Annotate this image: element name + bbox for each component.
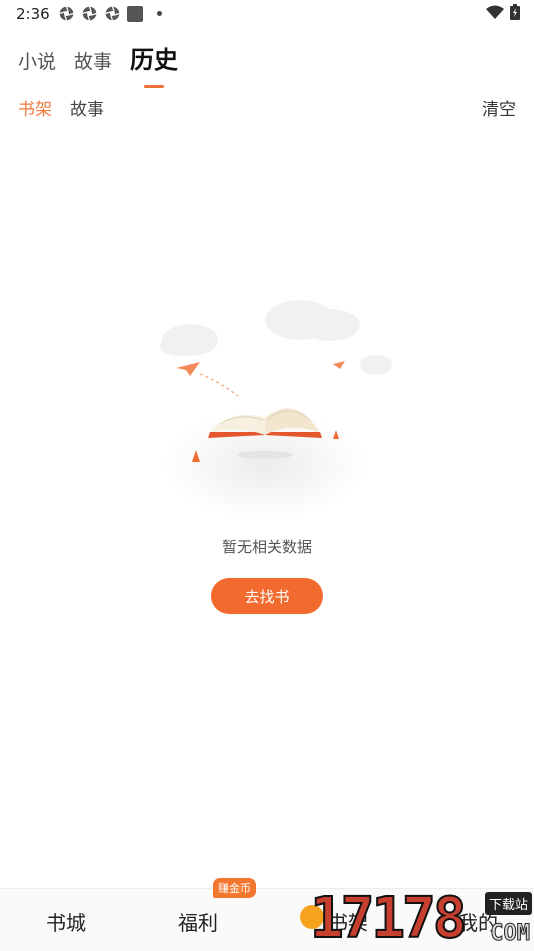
find-books-button[interactable]: 去找书 — [211, 578, 323, 614]
clear-button[interactable]: 清空 — [482, 95, 516, 120]
aperture-icon — [105, 6, 120, 21]
paper-plane-icon — [333, 361, 345, 369]
watermark-logo: 17178 下载站 COM — [309, 886, 534, 951]
subtab-story[interactable]: 故事 — [70, 95, 104, 120]
empty-state-illustration — [160, 300, 392, 520]
top-tabs: 小说 故事 历史 — [18, 40, 196, 88]
earn-coins-badge: 赚金币 — [213, 878, 256, 898]
status-time: 2:36 — [16, 5, 50, 23]
sub-tabs: 书架 故事 — [18, 95, 122, 120]
tab-story[interactable]: 故事 — [74, 47, 112, 74]
paper-plane-icon — [176, 362, 200, 376]
dot-icon — [157, 11, 162, 16]
tab-novel[interactable]: 小说 — [18, 47, 56, 74]
watermark-domain: COM — [490, 921, 531, 947]
nav-bookstore[interactable]: 书城 — [46, 907, 86, 936]
aperture-icon — [82, 6, 97, 21]
status-system-icons — [486, 4, 520, 20]
tab-history-label: 历史 — [130, 46, 179, 74]
nav-welfare[interactable]: 福利 — [178, 907, 218, 936]
active-tab-indicator — [144, 85, 165, 88]
status-bar: 2:36 — [0, 0, 534, 28]
wifi-icon — [486, 5, 504, 19]
status-notification-icons — [58, 5, 162, 22]
square-icon — [127, 5, 143, 22]
watermark-digits: 17178 — [309, 886, 468, 951]
watermark-tag: 下载站 — [484, 892, 532, 915]
empty-message: 暂无相关数据 — [221, 538, 312, 556]
battery-icon — [510, 4, 520, 20]
subtab-bookshelf[interactable]: 书架 — [18, 95, 52, 120]
tab-history[interactable]: 历史 — [130, 40, 179, 88]
aperture-icon — [59, 6, 74, 21]
